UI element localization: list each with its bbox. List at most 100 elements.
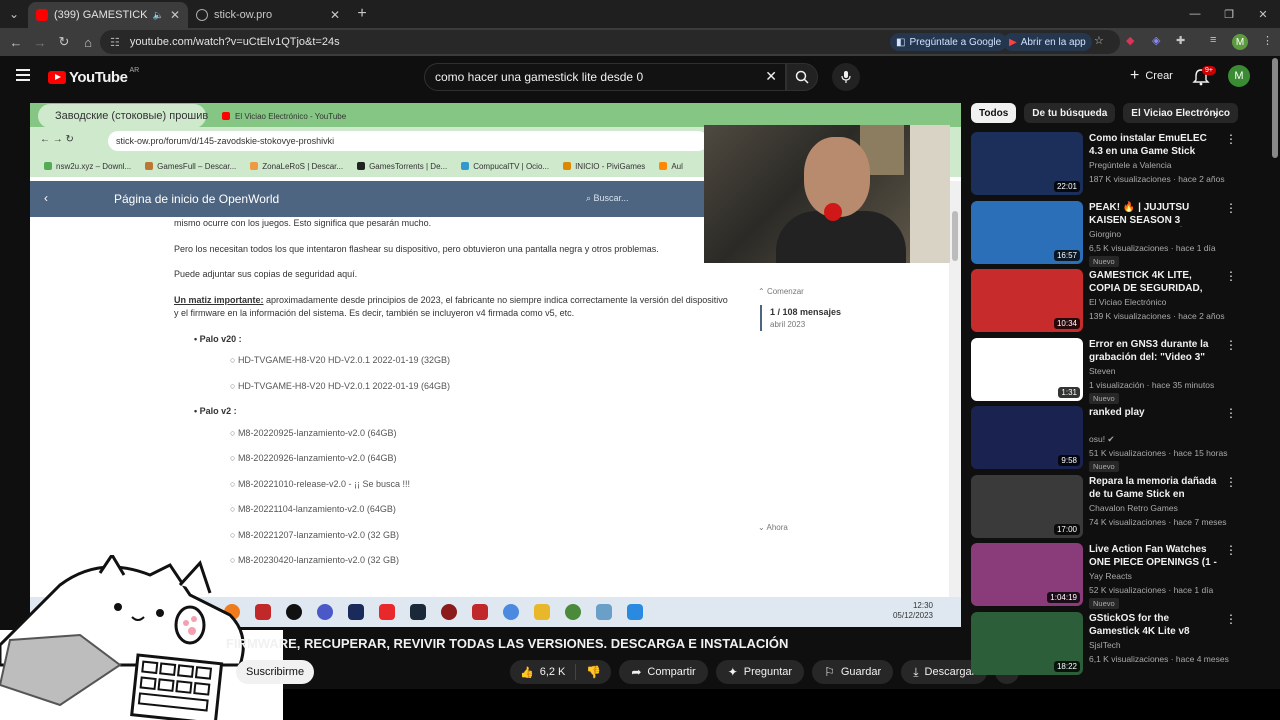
video-thumbnail[interactable]: 18:22 — [971, 611, 1083, 675]
audition-icon — [348, 604, 364, 620]
home-icon[interactable]: ⌂ — [76, 30, 100, 54]
firmware-item: M8-20230420-lanzamiento-v2.0 (32 GB) — [230, 554, 734, 568]
recommendation-title[interactable]: GAMESTICK 4K LITE, COPIA DE SEGURIDAD, B… — [1089, 269, 1219, 295]
recommendation-title[interactable]: GStickOS for the Gamestick 4K Lite v8 — [1089, 612, 1219, 638]
chevron-right-icon[interactable]: › — [1214, 107, 1218, 122]
chip-channel[interactable]: El Viciao Electrónico — [1123, 103, 1239, 123]
clock-date: 05/12/2023 — [892, 611, 933, 621]
browser-tab-youtube[interactable]: (399) GAMESTICK 4K LITE I 🔈 ✕ — [28, 2, 188, 28]
site-info-icon[interactable]: ☷ — [110, 36, 120, 49]
recommendation-title[interactable]: Como instalar EmuELEC 4.3 en una Game St… — [1089, 132, 1219, 158]
browser-menu-icon[interactable]: ⋮ — [1262, 34, 1273, 47]
video-thumbnail[interactable]: 16:57 — [971, 200, 1083, 264]
recommendation-channel[interactable]: Chavalon Retro Games — [1089, 503, 1178, 513]
recommendation-item[interactable]: 22:01 Como instalar EmuELEC 4.3 en una Ga… — [971, 132, 1251, 200]
recommendation-channel[interactable]: Steven — [1089, 366, 1115, 376]
recommendation-item[interactable]: 1:04:19 Live Action Fan Watches ONE PIECE… — [971, 543, 1251, 611]
restore-icon[interactable]: ❐ — [1212, 0, 1246, 28]
more-options-icon[interactable]: ⋮ — [1225, 201, 1237, 215]
youtube-logo[interactable]: YouTube AR — [48, 67, 139, 86]
extension-icon[interactable]: ◆ — [1126, 34, 1134, 47]
bookmark: CompucalTV | Ocio... — [461, 162, 549, 171]
minimize-icon[interactable]: — — [1178, 0, 1212, 28]
video-thumbnail[interactable]: 17:00 — [971, 474, 1083, 538]
save-button[interactable]: ⚐ Guardar — [812, 660, 894, 684]
video-thumbnail[interactable]: 1:04:19 — [971, 543, 1083, 606]
tab-search-icon[interactable]: ⌄ — [0, 0, 28, 28]
video-player[interactable]: Заводские (стоковые) прошив El Viciao El… — [30, 103, 961, 627]
media-control-icon[interactable]: ≡ — [1210, 34, 1216, 46]
clear-search-icon[interactable]: ✕ — [765, 68, 777, 85]
recommendation-channel[interactable]: El Viciao Electrónico — [1089, 297, 1166, 307]
voice-search-button[interactable] — [832, 63, 860, 91]
ask-button[interactable]: ✦ Preguntar — [715, 660, 805, 684]
recommendation-item[interactable]: 16:57 PEAK! 🔥 | JUJUTSU KAISEN SEASON 3 O… — [971, 200, 1251, 269]
video-duration: 9:58 — [1058, 455, 1080, 466]
new-tab-button[interactable]: + — [348, 5, 376, 23]
recommendation-channel[interactable]: SjslTech — [1089, 640, 1121, 650]
video-duration: 17:00 — [1053, 523, 1080, 535]
recommendation-title[interactable]: Live Action Fan Watches ONE PIECE OPENIN… — [1089, 543, 1219, 569]
reload-icon[interactable]: ↻ — [52, 30, 76, 54]
share-label: Compartir — [647, 666, 696, 678]
more-options-icon[interactable]: ⋮ — [1225, 338, 1237, 352]
chip-todos[interactable]: Todos — [971, 103, 1017, 123]
open-app-button[interactable]: ▶ Abrir en la app — [1003, 33, 1092, 51]
more-options-icon[interactable]: ⋮ — [1225, 269, 1237, 283]
recommendation-title[interactable]: ranked play — [1089, 406, 1219, 419]
forward-icon[interactable]: → — [28, 30, 52, 54]
speaker-icon[interactable]: 🔈 — [153, 10, 164, 21]
search-icon — [795, 70, 809, 84]
menu-icon[interactable] — [16, 69, 30, 81]
video-thumbnail[interactable]: 10:34 — [971, 269, 1083, 332]
recommendation-title[interactable]: Error en GNS3 durante la grabación del: … — [1089, 338, 1219, 364]
close-window-icon[interactable]: ✕ — [1246, 0, 1280, 28]
browser-tab-stick-ow[interactable]: stick-ow.pro ✕ — [188, 2, 348, 28]
ask-google-button[interactable]: ◧ Pregúntale a Google — [890, 33, 1008, 51]
search-button[interactable] — [786, 63, 818, 91]
chip-de-tu-busqueda[interactable]: De tu búsqueda — [1024, 103, 1116, 123]
globe-icon — [196, 9, 208, 21]
save-label: Guardar — [840, 666, 882, 678]
search-input[interactable]: como hacer una gamestick lite desde 0 ✕ — [424, 63, 786, 91]
recommendation-item[interactable]: 1:31 Error en GNS3 durante la grabación d… — [971, 337, 1251, 406]
firmware-item: M8-20220925-lanzamiento-v2.0 (64GB) — [230, 427, 734, 441]
subscribe-button[interactable]: Suscribirme — [236, 660, 315, 684]
video-duration: 10:34 — [1053, 318, 1080, 329]
create-button[interactable]: + Crear — [1120, 64, 1183, 88]
close-tab-icon[interactable]: ✕ — [170, 8, 180, 22]
recommendation-channel[interactable]: osu! ✔ — [1089, 434, 1115, 445]
video-thumbnail[interactable]: 9:58 — [971, 406, 1083, 469]
extensions-puzzle-icon[interactable]: ✚ — [1176, 34, 1185, 47]
like-button[interactable]: 👍 6,2 K — [510, 664, 577, 680]
close-tab-icon[interactable]: ✕ — [330, 8, 340, 22]
more-options-icon[interactable]: ⋮ — [1225, 475, 1237, 489]
page-scrollbar[interactable] — [1270, 56, 1280, 720]
extension-icon[interactable]: ◈ — [1152, 34, 1160, 47]
more-options-icon[interactable]: ⋮ — [1225, 612, 1237, 626]
recommendation-channel[interactable]: Giorgino — [1089, 229, 1121, 239]
more-options-icon[interactable]: ⋮ — [1225, 406, 1237, 420]
browser-profile-avatar[interactable]: M — [1232, 34, 1248, 50]
bookmark: Aul — [659, 162, 683, 171]
recommendation-item[interactable]: 18:22 GStickOS for the Gamestick 4K Lite … — [971, 611, 1251, 680]
recorded-nav-icons: ← → ↻ — [40, 134, 74, 145]
recommendation-title[interactable]: PEAK! 🔥 | JUJUTSU KAISEN SEASON 3 OPENIN… — [1089, 201, 1219, 227]
recommendation-title[interactable]: Repara la memoria dañada de tu Game Stic… — [1089, 475, 1219, 501]
recommendation-channel[interactable]: Yay Reacts — [1089, 571, 1132, 581]
video-thumbnail[interactable]: 1:31 — [971, 337, 1083, 401]
video-thumbnail[interactable]: 22:01 — [971, 132, 1083, 195]
recommendation-meta: 74 K visualizaciones · hace 7 meses — [1089, 516, 1227, 527]
recommendation-item[interactable]: 17:00 Repara la memoria dañada de tu Game… — [971, 474, 1251, 543]
dislike-button[interactable]: 👎 — [576, 665, 611, 679]
recommendation-item[interactable]: 10:34 GAMESTICK 4K LITE, COPIA DE SEGURID… — [971, 269, 1251, 337]
new-badge: Nuevo — [1089, 598, 1119, 609]
recommendation-channel[interactable]: Pregúntele a Valencia — [1089, 160, 1172, 170]
user-avatar[interactable]: M — [1228, 65, 1250, 87]
more-options-icon[interactable]: ⋮ — [1225, 132, 1237, 146]
back-icon[interactable]: ← — [4, 30, 28, 54]
more-options-icon[interactable]: ⋮ — [1225, 543, 1237, 557]
bookmark-star-icon[interactable]: ☆ — [1094, 34, 1104, 47]
share-button[interactable]: ➦ Compartir — [619, 660, 708, 684]
recommendation-item[interactable]: 9:58 ranked play osu! ✔ 51 K visualizacione… — [971, 406, 1251, 474]
